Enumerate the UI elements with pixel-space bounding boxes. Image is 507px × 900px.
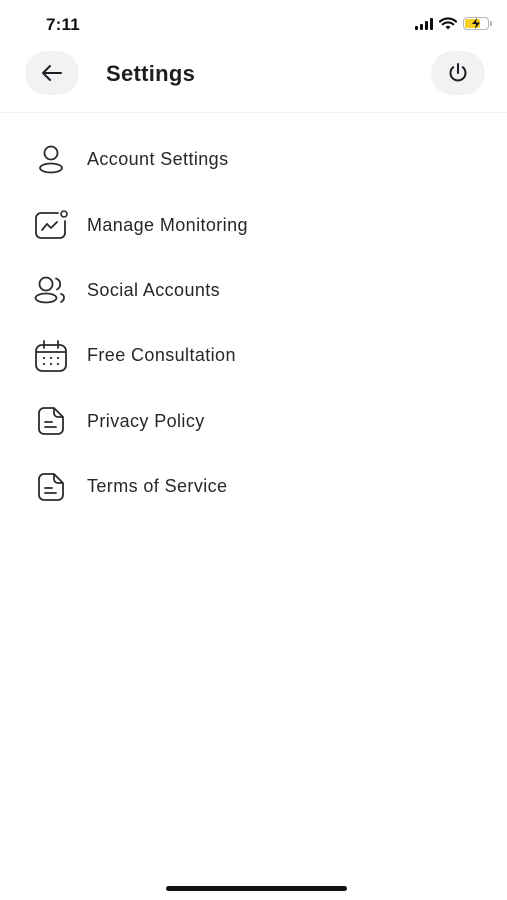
chart-monitor-icon — [33, 207, 69, 243]
menu-item-label: Terms of Service — [87, 476, 228, 497]
wifi-icon — [439, 17, 457, 30]
calendar-icon — [33, 338, 69, 374]
battery-charging-icon — [463, 17, 492, 30]
menu-item-label: Manage Monitoring — [87, 214, 248, 235]
user-icon — [33, 142, 69, 178]
power-icon — [449, 63, 467, 82]
menu-item-label: Social Accounts — [87, 279, 221, 300]
back-button[interactable] — [25, 51, 79, 95]
users-icon — [33, 272, 69, 308]
arrow-left-icon — [42, 65, 62, 81]
menu-item-label: Free Consultation — [87, 345, 236, 366]
status-bar: 7:11 — [0, 0, 507, 46]
menu-item-label: Account Settings — [87, 149, 229, 170]
menu-item-free-consultation[interactable]: Free Consultation — [0, 323, 507, 388]
menu-item-manage-monitoring[interactable]: Manage Monitoring — [0, 192, 507, 257]
logout-button[interactable] — [431, 51, 485, 95]
cellular-signal-icon — [415, 17, 433, 30]
header: Settings — [0, 46, 507, 113]
menu-item-social-accounts[interactable]: Social Accounts — [0, 258, 507, 323]
menu-item-terms-of-service[interactable]: Terms of Service — [0, 454, 507, 519]
menu-item-privacy-policy[interactable]: Privacy Policy — [0, 389, 507, 454]
page-title: Settings — [106, 61, 196, 86]
menu-item-label: Privacy Policy — [87, 410, 205, 431]
document-icon — [33, 403, 69, 439]
status-icons — [415, 17, 492, 30]
home-indicator[interactable] — [166, 886, 347, 891]
status-time: 7:11 — [46, 15, 80, 34]
document-icon — [33, 469, 69, 505]
menu-item-account-settings[interactable]: Account Settings — [0, 127, 507, 192]
settings-menu: Account Settings Manage Monitoring Socia… — [0, 127, 507, 519]
settings-screen: 7:11 Settings Account Settings Manage Mo… — [0, 0, 507, 900]
